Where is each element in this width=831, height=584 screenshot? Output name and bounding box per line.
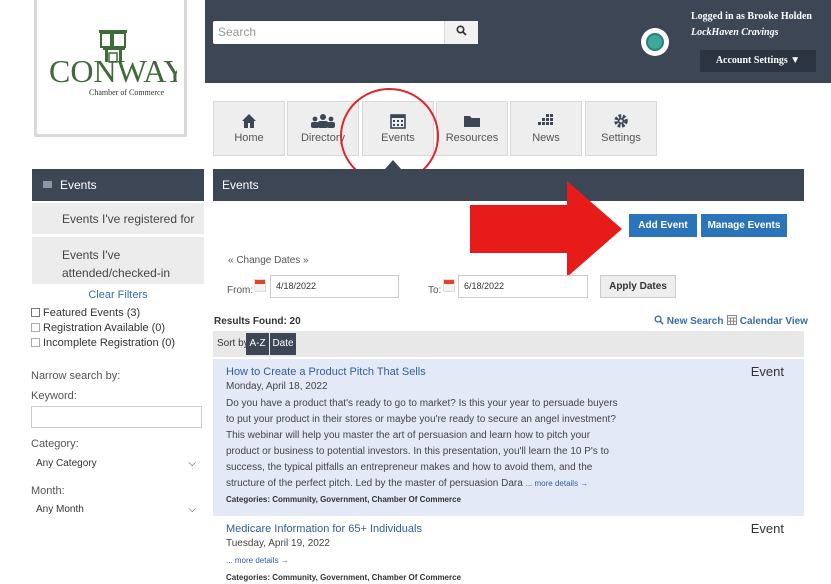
- from-label: From:: [227, 285, 254, 296]
- nav-tile-label: Settings: [601, 132, 641, 144]
- logo-wordmark: CONWAY: [49, 53, 177, 89]
- change-dates-link[interactable]: « Change Dates »: [228, 255, 309, 266]
- category-label: Category:: [31, 438, 79, 450]
- event-description: Do you have a product that's ready to go…: [226, 396, 626, 492]
- description-line: This webinar will help you master the ar…: [226, 430, 591, 441]
- nav-tile-label: Resources: [445, 132, 499, 144]
- filter-label: Featured Events (3): [43, 307, 141, 319]
- description-line: product or business to potential investo…: [226, 446, 609, 457]
- month-select[interactable]: Any Month ⌵: [31, 499, 202, 521]
- event-date: Monday, April 18, 2022: [226, 381, 328, 392]
- nav-tile-home[interactable]: Home: [213, 101, 285, 156]
- description-line: structure of the perfect pitch. Led by t…: [226, 478, 523, 489]
- sort-az-button[interactable]: A-Z: [246, 333, 269, 355]
- search-box[interactable]: Search: [213, 21, 478, 44]
- search-button[interactable]: [444, 21, 478, 44]
- to-label: To:: [428, 285, 442, 296]
- checkbox[interactable]: [31, 308, 40, 317]
- news-icon: [538, 114, 553, 125]
- apply-dates-button[interactable]: Apply Dates: [600, 275, 676, 298]
- conway-logo-icon: CONWAY Chamber of Commerce: [49, 30, 177, 97]
- business-logo-icon: [646, 33, 664, 51]
- logged-in-user: Logged in as Brooke Holden: [691, 11, 812, 22]
- keyword-label: Keyword:: [31, 390, 77, 402]
- month-select-value: Any Month: [36, 504, 84, 515]
- calendar-icon[interactable]: [254, 279, 266, 292]
- event-type: Event: [750, 521, 784, 536]
- new-search-link[interactable]: New Search: [654, 315, 723, 327]
- calendar-view-link[interactable]: Calendar View: [727, 315, 808, 327]
- active-nav-caret: [385, 160, 401, 169]
- description-line: success, the typical pitfalls an entrepr…: [226, 462, 593, 473]
- calendar-icon[interactable]: [443, 279, 455, 292]
- narrow-search-label: Narrow search by:: [31, 370, 121, 382]
- filter-label: Registration Available (0): [43, 322, 166, 334]
- filter-registration-available[interactable]: Registration Available (0): [31, 322, 165, 334]
- clear-filters-link[interactable]: Clear Filters: [32, 289, 204, 301]
- add-event-button[interactable]: Add Event: [629, 214, 697, 237]
- more-details-link[interactable]: ... more details →: [526, 479, 589, 488]
- sidebar-heading-label: Events: [60, 178, 97, 192]
- nav-tile-news[interactable]: News: [510, 101, 582, 156]
- sidebar-heading: Events: [32, 169, 204, 201]
- home-icon: [242, 114, 256, 128]
- nav-tile-resources[interactable]: Resources: [436, 101, 508, 156]
- event-categories: Categories: Community, Government, Chamb…: [226, 495, 462, 504]
- avatar[interactable]: [641, 28, 669, 56]
- event-categories: Categories: Community, Government, Chamb…: [226, 573, 462, 582]
- event-date: Tuesday, April 19, 2022: [226, 538, 330, 549]
- sort-bar: Sort by: A-Z Date: [213, 331, 804, 357]
- nav-tile-label: News: [532, 132, 560, 144]
- checkbox[interactable]: [31, 323, 40, 332]
- sidebar-item-label: attended/checked-in: [62, 266, 171, 280]
- event-card: Medicare Information for 65+ Individuals…: [213, 516, 804, 584]
- event-title-link[interactable]: Medicare Information for 65+ Individuals: [226, 523, 422, 535]
- calendar-view-label: Calendar View: [739, 316, 808, 327]
- manage-events-button[interactable]: Manage Events: [701, 214, 787, 237]
- chevron-down-icon: ⌵: [188, 504, 196, 515]
- search-icon: [456, 25, 467, 36]
- checkbox[interactable]: [31, 338, 40, 347]
- nav-tile-settings[interactable]: Settings: [585, 101, 657, 156]
- sidebar-item-label: Events I've registered for: [62, 212, 195, 226]
- sidebar-item-label: Events I've: [62, 248, 121, 262]
- more-details-link[interactable]: ... more details →: [226, 556, 289, 565]
- calendar-icon: [727, 315, 737, 325]
- description-line: to put your product in their stores or m…: [226, 414, 616, 425]
- category-select-value: Any Category: [36, 458, 97, 469]
- business-name: LockHaven Cravings: [691, 27, 779, 38]
- description-line: Do you have a product that's ready to go…: [226, 398, 618, 409]
- account-settings-button[interactable]: Account Settings ▼: [700, 50, 816, 72]
- search-icon: [654, 315, 664, 325]
- new-search-label: New Search: [666, 316, 724, 327]
- filter-label: Incomplete Registration (0): [43, 337, 176, 349]
- keyword-input[interactable]: [31, 406, 202, 428]
- gear-icon: [614, 114, 628, 128]
- event-type: Event: [750, 364, 784, 379]
- sidebar-item-attended[interactable]: Events I've attended/checked-in: [32, 236, 204, 284]
- to-date-input[interactable]: 6/18/2022: [458, 275, 588, 298]
- filter-incomplete-registration[interactable]: Incomplete Registration (0): [31, 337, 175, 349]
- sort-date-button[interactable]: Date: [270, 333, 296, 355]
- event-title-link[interactable]: How to Create a Product Pitch That Sells: [226, 366, 426, 378]
- folder-icon: [464, 116, 480, 127]
- chamber-logo[interactable]: CONWAY Chamber of Commerce: [34, 0, 187, 137]
- logo-subtitle: Chamber of Commerce: [89, 88, 165, 97]
- menu-square-icon: [43, 181, 52, 188]
- filter-featured-events[interactable]: Featured Events (3): [31, 307, 140, 319]
- results-count: Results Found: 20: [214, 316, 301, 327]
- people-icon: [311, 114, 335, 128]
- month-label: Month:: [31, 485, 65, 497]
- nav-tile-label: Home: [234, 132, 264, 144]
- red-arrow-annotation: [470, 181, 622, 277]
- event-card: How to Create a Product Pitch That Sells…: [213, 359, 804, 516]
- sidebar-item-registered[interactable]: Events I've registered for: [32, 202, 204, 234]
- nav-tile-label: Directory: [300, 132, 345, 144]
- category-select[interactable]: Any Category ⌵: [31, 453, 202, 475]
- chevron-down-icon: ⌵: [188, 458, 196, 469]
- search-input[interactable]: Search: [218, 25, 256, 39]
- from-date-input[interactable]: 4/18/2022: [270, 275, 399, 298]
